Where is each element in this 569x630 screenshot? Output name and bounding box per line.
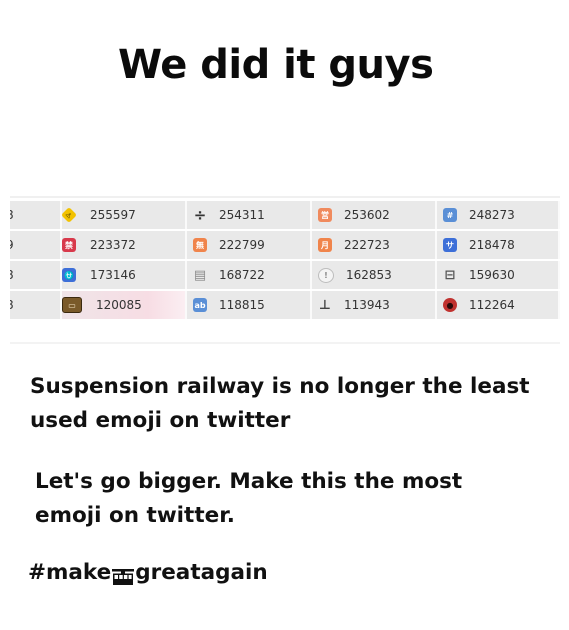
japanese-business-icon: 営 <box>318 208 332 222</box>
emoji-usage-table: 8 ⚠ 255597 ÷ 254311 営 253602 #248273 9 禁 223372 無 22… <box>10 198 560 324</box>
emoji-count-cell: ÷ 254311 <box>187 201 312 229</box>
hashtag-suffix: greatagain <box>135 560 268 585</box>
usage-count: 113943 <box>344 298 390 312</box>
emoji-count-cell: 月 222723 <box>312 231 437 259</box>
rank-cell: 8 <box>10 201 62 229</box>
usage-count: 248273 <box>469 208 515 222</box>
caption-paragraph-2: Let's go bigger. Make this the most emoj… <box>35 469 463 528</box>
usage-count: 254311 <box>219 208 265 222</box>
emoji-count-cell: #248273 <box>437 201 560 229</box>
division-sign-icon: ÷ <box>193 206 207 224</box>
emoji-count-cell: ⊟ 159630 <box>437 261 560 289</box>
usage-count: 222799 <box>219 238 265 252</box>
hashtag-prefix: #make <box>28 560 112 585</box>
suspension-railway-icon: ▭ <box>62 297 82 313</box>
emoji-count-cell: ⊥ 113943 <box>312 291 437 319</box>
usage-count: 218478 <box>469 238 515 252</box>
ophiuchus-icon: ⛎ <box>62 268 76 282</box>
rank-cell: 8 <box>10 291 62 319</box>
usage-count: 253602 <box>344 208 390 222</box>
aerial-tramway-icon: ⊥ <box>319 297 331 313</box>
usage-count: 223372 <box>90 238 136 252</box>
usage-count: 255597 <box>90 208 136 222</box>
monthly-amount-kanji-icon: 月 <box>318 238 332 252</box>
input-latin-letters-icon: ab <box>193 298 207 312</box>
rank-cell: 9 <box>10 231 62 259</box>
no-entry-icon: ● <box>443 298 457 312</box>
emoji-count-cell: ● 112264 <box>437 291 560 319</box>
usage-count: 118815 <box>219 298 265 312</box>
info-circle-icon: ! <box>318 267 334 283</box>
emoji-count-cell: ⚠ 255597 <box>61 201 187 229</box>
rank-number: 8 <box>10 208 14 222</box>
usage-count: 112264 <box>469 298 515 312</box>
emoji-count-cell: ! 162853 <box>312 261 437 289</box>
station-train-icon: ▤ <box>193 267 207 283</box>
usage-count: 120085 <box>96 298 142 312</box>
emoji-count-cell: ▭ 120085 <box>62 291 187 319</box>
prohibited-kanji-icon: 禁 <box>62 238 76 252</box>
emoji-count-cell: ⛎ 173146 <box>62 261 187 289</box>
rank-number: 9 <box>10 238 14 252</box>
emoji-count-cell: 無 222799 <box>187 231 312 259</box>
hashtag: #make greatagain <box>28 560 268 585</box>
rank-number: 8 <box>10 268 14 282</box>
emoji-count-cell: ab 118815 <box>187 291 312 319</box>
mountain-railway-icon: ⊟ <box>444 267 456 283</box>
usage-count: 173146 <box>90 268 136 282</box>
emoji-count-cell: サ 218478 <box>437 231 560 259</box>
rank-cell: 8 <box>10 261 62 289</box>
free-of-charge-kanji-icon: 無 <box>193 238 207 252</box>
input-numbers-icon: # <box>443 208 457 222</box>
service-charge-katakana-icon: サ <box>443 238 457 252</box>
suspension-railway-icon <box>112 566 135 585</box>
emoji-count-cell: 禁 223372 <box>62 231 187 259</box>
usage-count: 168722 <box>219 268 265 282</box>
rank-number: 8 <box>10 298 14 312</box>
usage-count: 159630 <box>469 268 515 282</box>
emoji-grid: 8 ⚠ 255597 ÷ 254311 営 253602 #248273 9 禁 223372 無 22… <box>10 201 560 319</box>
usage-count: 222723 <box>344 238 390 252</box>
emoji-count-cell: ▤ 168722 <box>187 261 312 289</box>
usage-count: 162853 <box>346 268 392 282</box>
caption-paragraph-1: Suspension railway is no longer the leas… <box>30 374 530 433</box>
emoji-count-cell: 営 253602 <box>312 201 437 229</box>
divider <box>10 342 560 344</box>
page-title: We did it guys <box>118 42 434 88</box>
warning-sign-icon: ⚠ <box>61 207 77 223</box>
